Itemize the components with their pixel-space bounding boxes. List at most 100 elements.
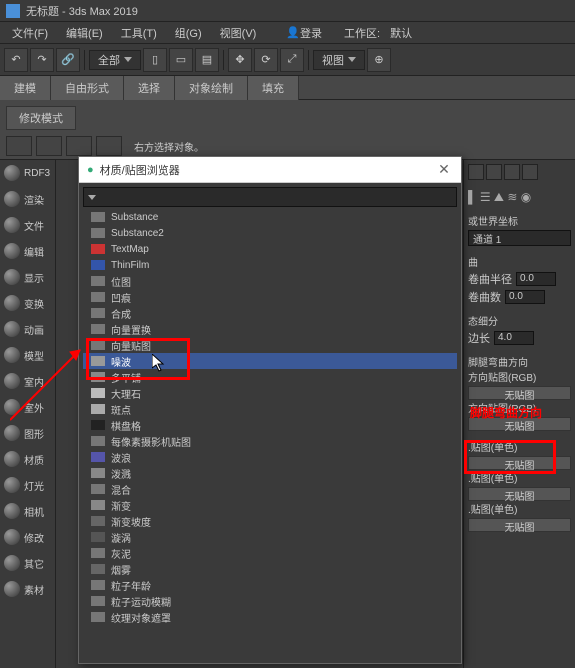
map-item[interactable]: 漩涡: [83, 529, 457, 545]
map-item[interactable]: 多平铺: [83, 369, 457, 385]
map-item[interactable]: 棋盘格: [83, 417, 457, 433]
left-panel-item[interactable]: 显示: [0, 264, 55, 290]
channel-dropdown[interactable]: 通道 1: [468, 230, 571, 246]
map-item[interactable]: Substance2: [83, 225, 457, 241]
menu-file[interactable]: 文件(F): [4, 23, 56, 43]
ribbon-tab-freeform[interactable]: 自由形式: [51, 76, 124, 100]
map-item[interactable]: 合成: [83, 305, 457, 321]
filter-dropdown[interactable]: 全部: [89, 50, 141, 70]
separator: [308, 50, 309, 70]
map-slot-1[interactable]: 无贴图: [468, 386, 571, 400]
search-bar[interactable]: [83, 187, 457, 207]
left-panel-item[interactable]: 素材: [0, 576, 55, 602]
mod-button[interactable]: [66, 136, 92, 156]
link-button[interactable]: 🔗: [56, 48, 80, 72]
map-item[interactable]: 斑点: [83, 401, 457, 417]
map-slot-a[interactable]: 无贴图: [468, 456, 571, 470]
select-button[interactable]: ▯: [143, 48, 167, 72]
map-item[interactable]: 每像素摄影机贴图: [83, 433, 457, 449]
center-button[interactable]: ⊕: [367, 48, 391, 72]
warp-count-input[interactable]: 0.0: [505, 290, 545, 304]
modify-mode-button[interactable]: 修改模式: [6, 106, 76, 130]
map-item[interactable]: 向量贴图: [83, 337, 457, 353]
map-item[interactable]: 大理石: [83, 385, 457, 401]
scale-button[interactable]: ⤢: [280, 48, 304, 72]
map-item[interactable]: 向量置换: [83, 321, 457, 337]
edge-input[interactable]: 4.0: [494, 331, 534, 345]
left-panel-item[interactable]: 相机: [0, 498, 55, 524]
map-item[interactable]: 泼溅: [83, 465, 457, 481]
map-item[interactable]: ThinFilm: [83, 257, 457, 273]
left-panel-item[interactable]: 灯光: [0, 472, 55, 498]
menu-tools[interactable]: 工具(T): [113, 23, 165, 43]
dialog-titlebar[interactable]: ● 材质/贴图浏览器 ✕: [79, 157, 461, 183]
rotate-button[interactable]: ⟳: [254, 48, 278, 72]
ribbon-tab-fill[interactable]: 填充: [248, 76, 299, 100]
hierarchy-tab[interactable]: [504, 164, 520, 180]
map-item[interactable]: 凹痕: [83, 289, 457, 305]
map-item[interactable]: 混合: [83, 481, 457, 497]
map-item[interactable]: 粒子运动模糊: [83, 593, 457, 609]
menu-views[interactable]: 视图(V): [212, 23, 265, 43]
move-button[interactable]: ✥: [228, 48, 252, 72]
mod-button[interactable]: [96, 136, 122, 156]
left-panel-label: 其它: [24, 556, 44, 571]
category-icon: [4, 217, 20, 233]
map-swatch-icon: [91, 244, 105, 254]
map-slot-b[interactable]: 无贴图: [468, 487, 571, 501]
redo-button[interactable]: ↷: [30, 48, 54, 72]
select-region-button[interactable]: ▭: [169, 48, 193, 72]
chevron-down-icon: [124, 57, 132, 62]
map-item[interactable]: Substance: [83, 209, 457, 225]
left-panel-label: 变换: [24, 296, 44, 311]
category-icon: [4, 503, 20, 519]
left-panel-item[interactable]: 渲染: [0, 186, 55, 212]
map-item[interactable]: 烟雾: [83, 561, 457, 577]
map-item[interactable]: 噪波: [83, 353, 457, 369]
map-item[interactable]: 粒子年龄: [83, 577, 457, 593]
left-panel-item[interactable]: 修改: [0, 524, 55, 550]
category-icon: [4, 477, 20, 493]
create-tab[interactable]: [468, 164, 484, 180]
dialog-icon: ●: [87, 164, 94, 176]
bump-dir-header: 脚腿弯曲方向: [468, 354, 571, 369]
mod-button[interactable]: [6, 136, 32, 156]
material-browser-dialog: ● 材质/贴图浏览器 ✕ SubstanceSubstance2TextMapT…: [78, 156, 462, 664]
workspace-default[interactable]: 默认: [382, 23, 420, 43]
map-item[interactable]: 位图: [83, 273, 457, 289]
map-item[interactable]: 纹理对象遮罩: [83, 609, 457, 625]
mod-button[interactable]: [36, 136, 62, 156]
warp-radius-input[interactable]: 0.0: [516, 272, 556, 286]
map-item[interactable]: 灰泥: [83, 545, 457, 561]
modify-tab[interactable]: [486, 164, 502, 180]
select-name-button[interactable]: ▤: [195, 48, 219, 72]
left-panel-item[interactable]: 材质: [0, 446, 55, 472]
ribbon-tab-select[interactable]: 选择: [124, 76, 175, 100]
refcoord-dropdown[interactable]: 视图: [313, 50, 365, 70]
menu-edit[interactable]: 编辑(E): [58, 23, 111, 43]
left-panel-item[interactable]: 变换: [0, 290, 55, 316]
map-swatch-icon: [91, 580, 105, 590]
map-item[interactable]: 渐变: [83, 497, 457, 513]
left-panel-item[interactable]: 其它: [0, 550, 55, 576]
undo-button[interactable]: ↶: [4, 48, 28, 72]
map-item[interactable]: 波浪: [83, 449, 457, 465]
map-slot-c[interactable]: 无贴图: [468, 518, 571, 532]
left-panel-item[interactable]: RDF3: [0, 160, 55, 186]
titlebar: 无标题 - 3ds Max 2019: [0, 0, 575, 22]
map-item[interactable]: 渐变坡度: [83, 513, 457, 529]
map-swatch-icon: [91, 516, 105, 526]
close-button[interactable]: ✕: [435, 161, 453, 179]
menu-group[interactable]: 组(G): [167, 23, 210, 43]
login-link[interactable]: 👤 登录: [286, 25, 322, 41]
left-panel-item[interactable]: 文件: [0, 212, 55, 238]
menubar: 文件(F) 编辑(E) 工具(T) 组(G) 视图(V) 👤 登录 工作区: 默…: [0, 22, 575, 44]
map-item-label: 向量置换: [111, 322, 151, 337]
ribbon-tab-objcontrol[interactable]: 对象绘制: [175, 76, 248, 100]
motion-tab[interactable]: [522, 164, 538, 180]
world-coord-label: 或世界坐标: [468, 213, 571, 228]
map-item[interactable]: TextMap: [83, 241, 457, 257]
left-panel-item[interactable]: 编辑: [0, 238, 55, 264]
ribbon-tab-build[interactable]: 建模: [0, 76, 51, 100]
map-swatch-icon: [91, 404, 105, 414]
